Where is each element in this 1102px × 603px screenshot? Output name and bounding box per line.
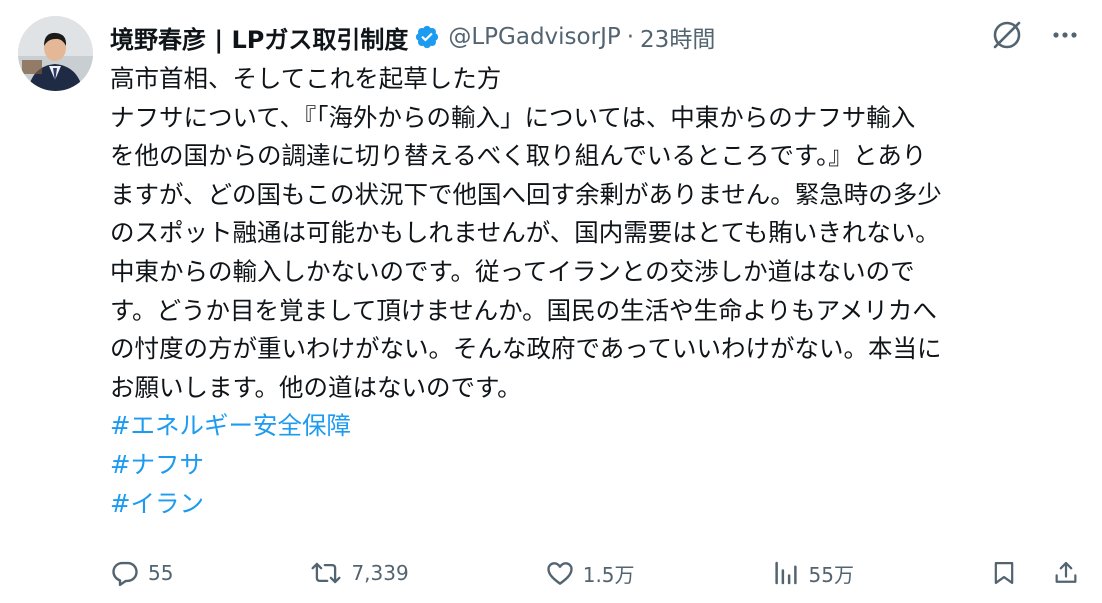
reply-button[interactable]: 55 [110,558,173,588]
post-text-line: す。どうか目を覚まして頂けませんか。国民の生活や生命よりもアメリカへ [110,295,937,325]
post-content: 高市首相、そしてこれを起草した方 ナフサについて、『「海外からの輸入」については… [110,60,1090,523]
top-actions [990,18,1080,52]
verified-badge-icon [416,25,439,49]
share-icon[interactable] [1052,558,1080,588]
separator-dot: · [626,24,635,50]
profile-photo [18,16,93,91]
hashtag-link[interactable]: #ナフサ [110,446,1090,485]
hashtag-link[interactable]: #イラン [110,485,1090,524]
post-time[interactable]: 23時間 [640,20,715,54]
post-text-line: を他の国からの調達に切り替えるべく取り組んでいるところです。』とあり [110,141,927,171]
like-button[interactable]: 1.5万 [545,558,635,588]
author-handle[interactable]: @LPGadvisorJP [448,24,620,50]
post-text-line: ますが、どの国もこの状況下で他国へ回す余剰がありません。緊急時の多少 [110,179,942,209]
heart-icon [547,562,573,585]
more-icon[interactable] [1050,20,1080,50]
post-text-line: の忖度の方が重いわけがない。そんな政府であっていいわけがない。本当に [110,334,942,364]
engagement-bar: 55 7,339 1.5万 55万 [110,555,1080,591]
author-name[interactable]: 境野春彦 | LPガス取引制度 [110,20,408,55]
post-header: 境野春彦 | LPガス取引制度 @LPGadvisorJP · 23時間 [110,20,982,54]
repost-icon [311,562,341,584]
avatar[interactable] [18,16,93,91]
repost-count: 7,339 [351,561,409,585]
post-text-line: 高市首相、そしてこれを起草した方 [110,64,502,93]
bookmark-icon[interactable] [990,558,1018,588]
repost-button[interactable]: 7,339 [309,558,409,588]
hashtag-link[interactable]: #エネルギー安全保障 [110,407,1090,446]
like-count: 1.5万 [582,562,635,587]
post-text-line: ナフサについて、『「海外からの輸入」については、中東からのナフサ輸入 [110,102,916,132]
secondary-actions [990,558,1080,588]
post-text-line: お願いします。他の道はないのです。 [110,372,522,402]
views-icon [774,561,797,585]
views-count: 55万 [808,562,854,587]
reply-count: 55 [148,561,174,585]
views-button[interactable]: 55万 [771,558,854,588]
reply-icon [112,561,138,587]
grok-icon[interactable] [990,18,1024,52]
post-text-line: のスポット融通は可能かもしれませんが、国内需要はとても賄いきれない。 [110,218,940,248]
post-text-line: 中東からの輸入しかないのです。従ってイランとの交渉しか道はないので [110,256,915,286]
